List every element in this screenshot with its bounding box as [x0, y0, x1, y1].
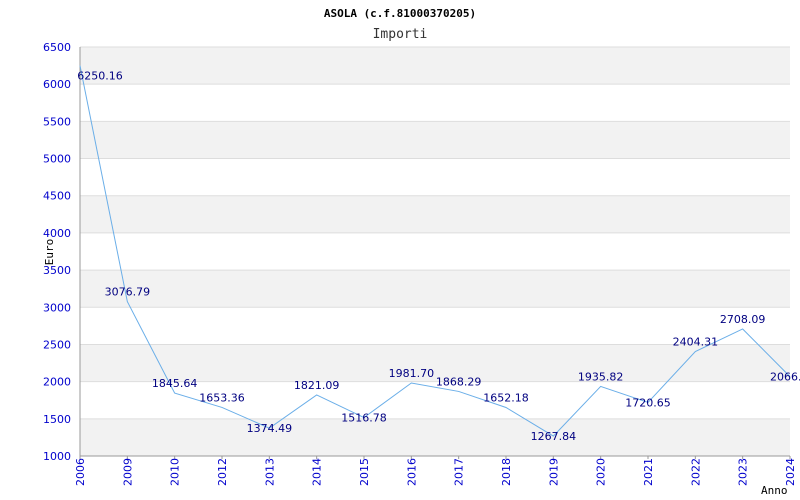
- x-tick-label: 2019: [547, 458, 560, 486]
- data-label: 2708.09: [720, 313, 766, 326]
- x-tick-label: 2023: [737, 458, 750, 486]
- y-tick-label: 4500: [43, 190, 71, 203]
- x-tick-label: 2015: [358, 458, 371, 486]
- grid-band: [80, 418, 790, 456]
- data-label: 1652.18: [483, 392, 529, 405]
- data-label: 1516.78: [341, 412, 387, 425]
- data-label: 1653.36: [199, 391, 245, 404]
- x-tick-label: 2006: [74, 458, 87, 486]
- x-tick-label: 2016: [405, 458, 418, 486]
- x-tick-label: 2018: [500, 458, 513, 486]
- x-tick-label: 2013: [263, 458, 276, 486]
- gridlines: [80, 46, 790, 457]
- data-label: 1267.84: [531, 430, 577, 443]
- x-tick-label: 2024: [784, 458, 797, 486]
- y-tick-label: 2000: [43, 376, 71, 389]
- line-chart: 1000150020002500300035004000450050005500…: [43, 7, 800, 497]
- grid-band: [80, 121, 790, 159]
- chart-title: ASOLA (c.f.81000370205): [324, 7, 476, 20]
- y-tick-label: 1000: [43, 450, 71, 463]
- x-tick-label: 2021: [642, 458, 655, 486]
- data-label: 1868.29: [436, 375, 482, 388]
- data-label: 2404.31: [673, 336, 719, 349]
- grid-band: [80, 195, 790, 233]
- x-tick-label: 2012: [216, 458, 229, 486]
- x-axis-label: Anno: [761, 484, 788, 497]
- x-tick-label: 2010: [169, 458, 182, 486]
- x-tick-label: 2020: [595, 458, 608, 486]
- grid-band: [80, 47, 790, 85]
- grid-bands: [80, 47, 790, 456]
- data-label: 1845.64: [152, 377, 198, 390]
- data-label: 1821.09: [294, 379, 340, 392]
- y-tick-label: 6000: [43, 78, 71, 91]
- x-tick-label: 2009: [121, 458, 134, 486]
- y-tick-label: 6500: [43, 41, 71, 54]
- x-tick-label: 2014: [311, 458, 324, 486]
- y-tick-label: 1500: [43, 413, 71, 426]
- x-tick-labels: 2006 2009 2010 2012 2013 2014 2015 2016 2017 2018…: [74, 456, 797, 486]
- y-tick-label: 3000: [43, 301, 71, 314]
- axes: [79, 47, 790, 457]
- y-tick-label: 5000: [43, 153, 71, 166]
- chart-subtitle: Importi: [373, 27, 428, 42]
- x-tick-label: 2022: [689, 458, 702, 486]
- y-tick-label: 2500: [43, 338, 71, 351]
- data-label: 1374.49: [247, 422, 293, 435]
- data-label: 1981.70: [389, 367, 435, 380]
- y-tick-label: 4000: [43, 227, 71, 240]
- data-label: 6250.16: [77, 70, 123, 83]
- data-label: 1935.82: [578, 370, 624, 383]
- x-tick-label: 2017: [453, 458, 466, 486]
- grid-band: [80, 270, 790, 308]
- y-axis-label: Euro: [43, 239, 56, 266]
- data-label: 3076.79: [105, 286, 151, 299]
- data-label: 2066.93: [770, 371, 800, 384]
- data-label: 1720.65: [625, 396, 671, 409]
- y-tick-label: 5500: [43, 115, 71, 128]
